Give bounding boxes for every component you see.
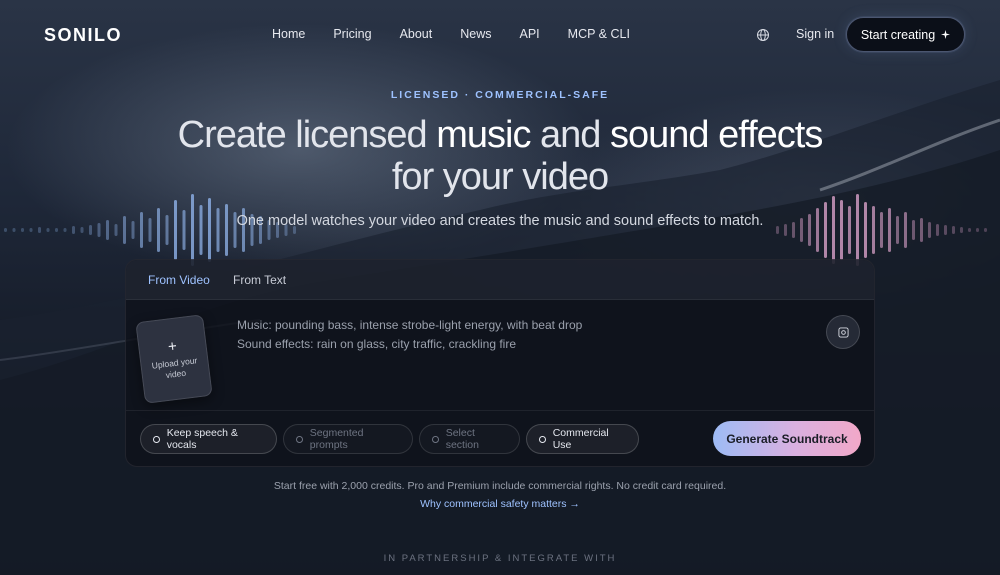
prompt-textarea[interactable]: Music: pounding bass, intense strobe-lig…: [237, 316, 582, 354]
globe-icon[interactable]: [756, 28, 770, 42]
sign-in-link[interactable]: Sign in: [796, 27, 834, 41]
prompt-line-sfx: Sound effects: rain on glass, city traff…: [237, 337, 517, 351]
top-navigation: SONILO Home Pricing About News API MCP &…: [0, 0, 1000, 70]
hero-eyebrow: LICENSED · COMMERCIAL-SAFE: [390, 89, 610, 101]
nav-link-news[interactable]: News: [460, 27, 491, 41]
nav-link-api[interactable]: API: [520, 27, 540, 41]
select-section-label: Select section: [445, 427, 479, 451]
nav-link-pricing[interactable]: Pricing: [333, 27, 371, 41]
sparkle-icon: [941, 30, 951, 39]
nav-link-home[interactable]: Home: [272, 27, 305, 41]
nav-links: Home Pricing About News API MCP & CLI: [272, 27, 658, 41]
keep-speech-vocals-toggle[interactable]: Keep speech & vocals: [140, 424, 277, 454]
upload-video-button[interactable]: + Upload your video: [135, 314, 213, 404]
brand-logo[interactable]: SONILO: [44, 25, 122, 46]
start-creating-button[interactable]: Start creating: [846, 17, 965, 52]
toggle-dot-icon: [296, 435, 303, 443]
hero-title-line2: for your video: [391, 156, 609, 198]
start-creating-label: Start creating: [860, 27, 936, 42]
partner-section-heading: IN PARTNERSHIP & INTEGRATE WITH: [383, 553, 617, 564]
waveform-bar: [832, 196, 835, 264]
input-mode-tabs: From Video From Text: [126, 260, 874, 300]
upload-video-label: Upload your video: [151, 354, 198, 380]
card-divider: [126, 410, 874, 411]
nav-link-about[interactable]: About: [400, 27, 433, 41]
generator-card: From Video From Text + Upload your video…: [125, 259, 875, 467]
toggle-dot-icon: [539, 435, 546, 443]
tab-from-text[interactable]: From Text: [233, 273, 286, 287]
hero-title-part1: Create licensed: [177, 114, 437, 156]
toggle-dot-icon: [153, 435, 160, 443]
nav-link-mcp-cli[interactable]: MCP & CLI: [568, 27, 630, 41]
waveform-bar: [191, 194, 194, 266]
waveform-bar: [856, 194, 859, 266]
segmented-prompts-label: Segmented prompts: [309, 427, 364, 451]
commercial-use-label: Commercial Use: [552, 427, 609, 451]
keep-speech-vocals-label: Keep speech & vocals: [166, 427, 238, 451]
generate-soundtrack-button[interactable]: Generate Soundtrack: [713, 421, 861, 456]
hero-title-part4: sound effects: [610, 114, 823, 156]
why-commercial-safety-link[interactable]: Why commercial safety matters →: [0, 498, 1000, 510]
hero-subtitle: One model watches your video and creates…: [236, 213, 764, 229]
hero-title-part3: and: [530, 114, 610, 156]
segmented-prompts-toggle[interactable]: Segmented prompts: [283, 424, 413, 454]
plus-icon: +: [167, 337, 178, 356]
waveform-bar: [824, 202, 827, 258]
hero-title-part2: music: [436, 114, 531, 156]
tab-from-video[interactable]: From Video: [148, 273, 210, 287]
waveform-bar: [864, 202, 867, 258]
attach-image-button[interactable]: [826, 315, 860, 349]
prompt-line-music: Music: pounding bass, intense strobe-lig…: [237, 318, 583, 332]
waveform-bar: [840, 200, 843, 260]
waveform-bar: [225, 204, 228, 256]
waveform-bar: [208, 198, 211, 262]
waveform-bar: [174, 200, 177, 260]
free-credits-note: Start free with 2,000 credits. Pro and P…: [273, 480, 727, 492]
commercial-use-toggle[interactable]: Commercial Use: [526, 424, 639, 454]
image-icon: [837, 326, 849, 338]
toggle-dot-icon: [432, 435, 439, 443]
select-section-toggle[interactable]: Select section: [419, 424, 520, 454]
hero-title: Create licensed music and sound effects …: [0, 114, 1000, 198]
